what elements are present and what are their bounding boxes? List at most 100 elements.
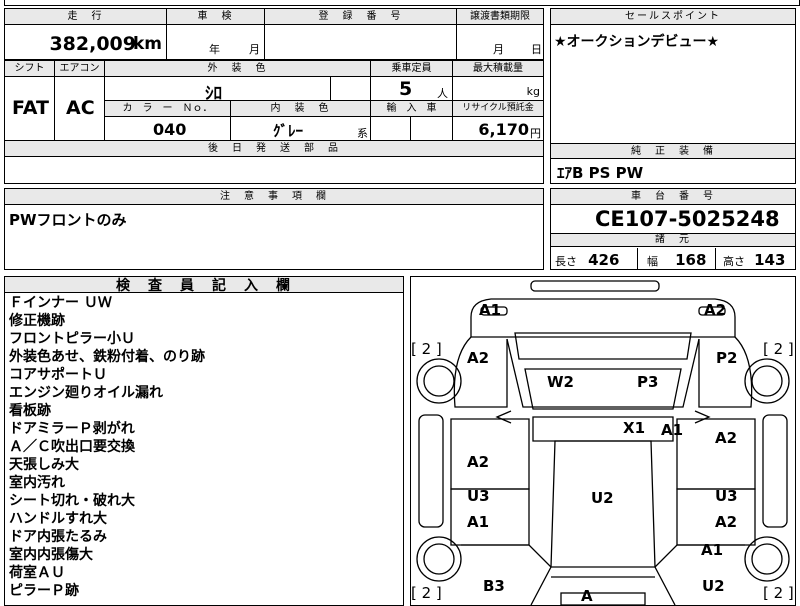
inspection-header: 車 検	[167, 9, 265, 25]
dims-divider-2	[715, 248, 716, 270]
label-quarter-right: A1	[701, 541, 724, 559]
transfer-cell: 月 日	[457, 25, 543, 59]
mileage-header: 走 行	[5, 9, 167, 25]
label-rear-center: A	[581, 587, 593, 605]
mileage-unit: km	[132, 34, 162, 54]
label-windshield: W2	[547, 373, 574, 391]
exterior-cell: ｼﾛ	[105, 77, 331, 101]
color-no-header: カ ラ ー Ｎｏ．	[105, 101, 231, 117]
height-label: 高さ	[723, 255, 745, 268]
inspection-year-label: 年	[209, 43, 220, 56]
capacity-unit: 人	[437, 87, 448, 100]
inspector-line: Ｆインナー ＵＷ	[9, 295, 112, 311]
car-diagram: A1 A2 [ 2 ] [ 2 ] A2 P2 W2 P3 X1 A1 A2 A…	[410, 276, 796, 606]
later-parts-header: 後 日 発 送 部 品	[5, 141, 543, 157]
registration-header: 登 録 番 号	[265, 9, 457, 25]
inspector-line: 外装色あせ、鉄粉付着、のり跡	[9, 349, 205, 365]
aircon-value: AC	[66, 97, 95, 119]
width-label: 幅	[647, 255, 658, 268]
interior-value: ｸﾞﾚｰ	[273, 122, 304, 140]
import-cell-a	[371, 117, 411, 141]
shift-header: シフト	[5, 61, 55, 77]
inspector-line: ドア内張たるみ	[9, 529, 107, 545]
transfer-header: 譲渡書類期限	[457, 9, 543, 25]
notes-section: 注 意 事 項 欄 PWフロントのみ	[4, 188, 544, 270]
label-roof-mark: X1	[623, 419, 646, 437]
dims-header: 諸 元	[551, 233, 795, 247]
recycle-header: リサイクル預託金	[453, 101, 543, 117]
shift-cell: FAT	[5, 77, 55, 141]
color-no-cell: 040	[105, 117, 231, 141]
mileage-section: 走 行 車 検 登 録 番 号 譲渡書類期限 382,009 km 年 月 月 …	[4, 8, 544, 60]
chassis-value: CE107-5025248	[595, 207, 780, 231]
interior-cell: ｸﾞﾚｰ 系	[231, 117, 371, 141]
exterior-extra-cell	[331, 77, 371, 101]
label-roof-right: A1	[661, 421, 684, 439]
exterior-value: ｼﾛ	[205, 84, 222, 101]
label-roof-center: U2	[591, 489, 614, 507]
specs-section: シフト エアコン 外 装 色 乗車定員 最大積載量 FAT AC ｼﾛ 5 人 …	[4, 60, 544, 184]
recycle-value: 6,170	[478, 120, 529, 139]
inspector-line: ハンドルすれ大	[9, 511, 107, 527]
inspector-line: シート切れ・破れ大	[9, 493, 135, 509]
transfer-month-label: 月	[493, 43, 504, 56]
inspector-line: 看板跡	[9, 403, 51, 419]
capacity-header: 乗車定員	[371, 61, 453, 77]
chassis-section: 車 台 番 号 CE107-5025248 諸 元 長さ 426 幅 168 高…	[550, 188, 796, 270]
label-fender-left: A2	[467, 349, 490, 367]
inspector-section: 検 査 員 記 入 欄 Ｆインナー ＵＷ 修正機跡 フロントピラー小Ｕ 外装色あ…	[4, 276, 404, 606]
inspector-line: 荷室ＡＵ	[9, 565, 65, 581]
label-door-left-1: A2	[467, 453, 490, 471]
import-cell-b	[411, 117, 453, 141]
chassis-header: 車 台 番 号	[551, 189, 795, 205]
interior-suffix: 系	[357, 127, 368, 140]
inspector-line: エンジン廻りオイル漏れ	[9, 385, 163, 401]
color-no-value: 040	[153, 120, 187, 139]
label-door-right-1: A2	[715, 429, 738, 447]
transfer-day-label: 日	[531, 43, 542, 56]
recycle-unit: 円	[530, 127, 541, 140]
inspector-line: ピラーＰ跡	[9, 583, 79, 599]
inspector-line: Ａ／Ｃ吹出口要交換	[9, 439, 135, 455]
load-unit: kg	[526, 85, 540, 98]
label-door-right-3: A2	[715, 513, 738, 531]
sales-point-text: ★オークションデビュー★	[554, 34, 720, 50]
inspector-line: コアサポートＵ	[9, 367, 107, 383]
max-load-header: 最大積載量	[453, 61, 543, 77]
mileage-value: 382,009	[49, 33, 136, 55]
aircon-cell: AC	[55, 77, 105, 141]
equipment-header: 純 正 装 備	[551, 143, 795, 159]
inspection-cell: 年 月	[167, 25, 265, 59]
capacity-cell: 5 人	[371, 77, 453, 101]
label-front-left: A1	[479, 301, 502, 319]
top-strip	[4, 0, 800, 6]
width-value: 168	[675, 251, 707, 269]
inspector-line: 修正機跡	[9, 313, 65, 329]
label-rear-right: U2	[702, 577, 725, 595]
height-row: 高さ 143	[723, 250, 785, 269]
label-tire-fr: [ 2 ]	[763, 340, 794, 358]
equipment-value: ｴｱB PS PW	[557, 164, 644, 182]
label-door-right-2: U3	[715, 487, 738, 505]
inspector-line: 天張しみ大	[9, 457, 79, 473]
label-door-left-3: A1	[467, 513, 490, 531]
inspector-lines: Ｆインナー ＵＷ 修正機跡 フロントピラー小Ｕ 外装色あせ、鉄粉付着、のり跡 コ…	[9, 294, 205, 600]
aircon-header: エアコン	[55, 61, 105, 77]
inspector-line: ドアミラーＰ剥がれ	[9, 421, 135, 437]
label-tire-rr: [ 2 ]	[763, 584, 794, 602]
sales-header: セールスポイント	[551, 9, 795, 25]
capacity-value: 5	[399, 78, 413, 100]
label-hood: P3	[637, 373, 659, 391]
inspector-line: 室内汚れ	[9, 475, 65, 491]
length-value: 426	[588, 251, 620, 269]
length-row: 長さ 426	[555, 250, 619, 269]
recycle-cell: 6,170 円	[453, 117, 543, 141]
dims-divider-1	[637, 248, 638, 270]
width-row: 幅 168	[647, 250, 706, 269]
label-rear-left: B3	[483, 577, 505, 595]
mileage-cell: 382,009 km	[5, 25, 167, 59]
shift-value: FAT	[12, 97, 49, 119]
sales-point-section: セールスポイント ★オークションデビュー★ 純 正 装 備 ｴｱB PS PW	[550, 8, 796, 184]
inspector-header: 検 査 員 記 入 欄	[5, 277, 403, 293]
height-value: 143	[754, 251, 786, 269]
